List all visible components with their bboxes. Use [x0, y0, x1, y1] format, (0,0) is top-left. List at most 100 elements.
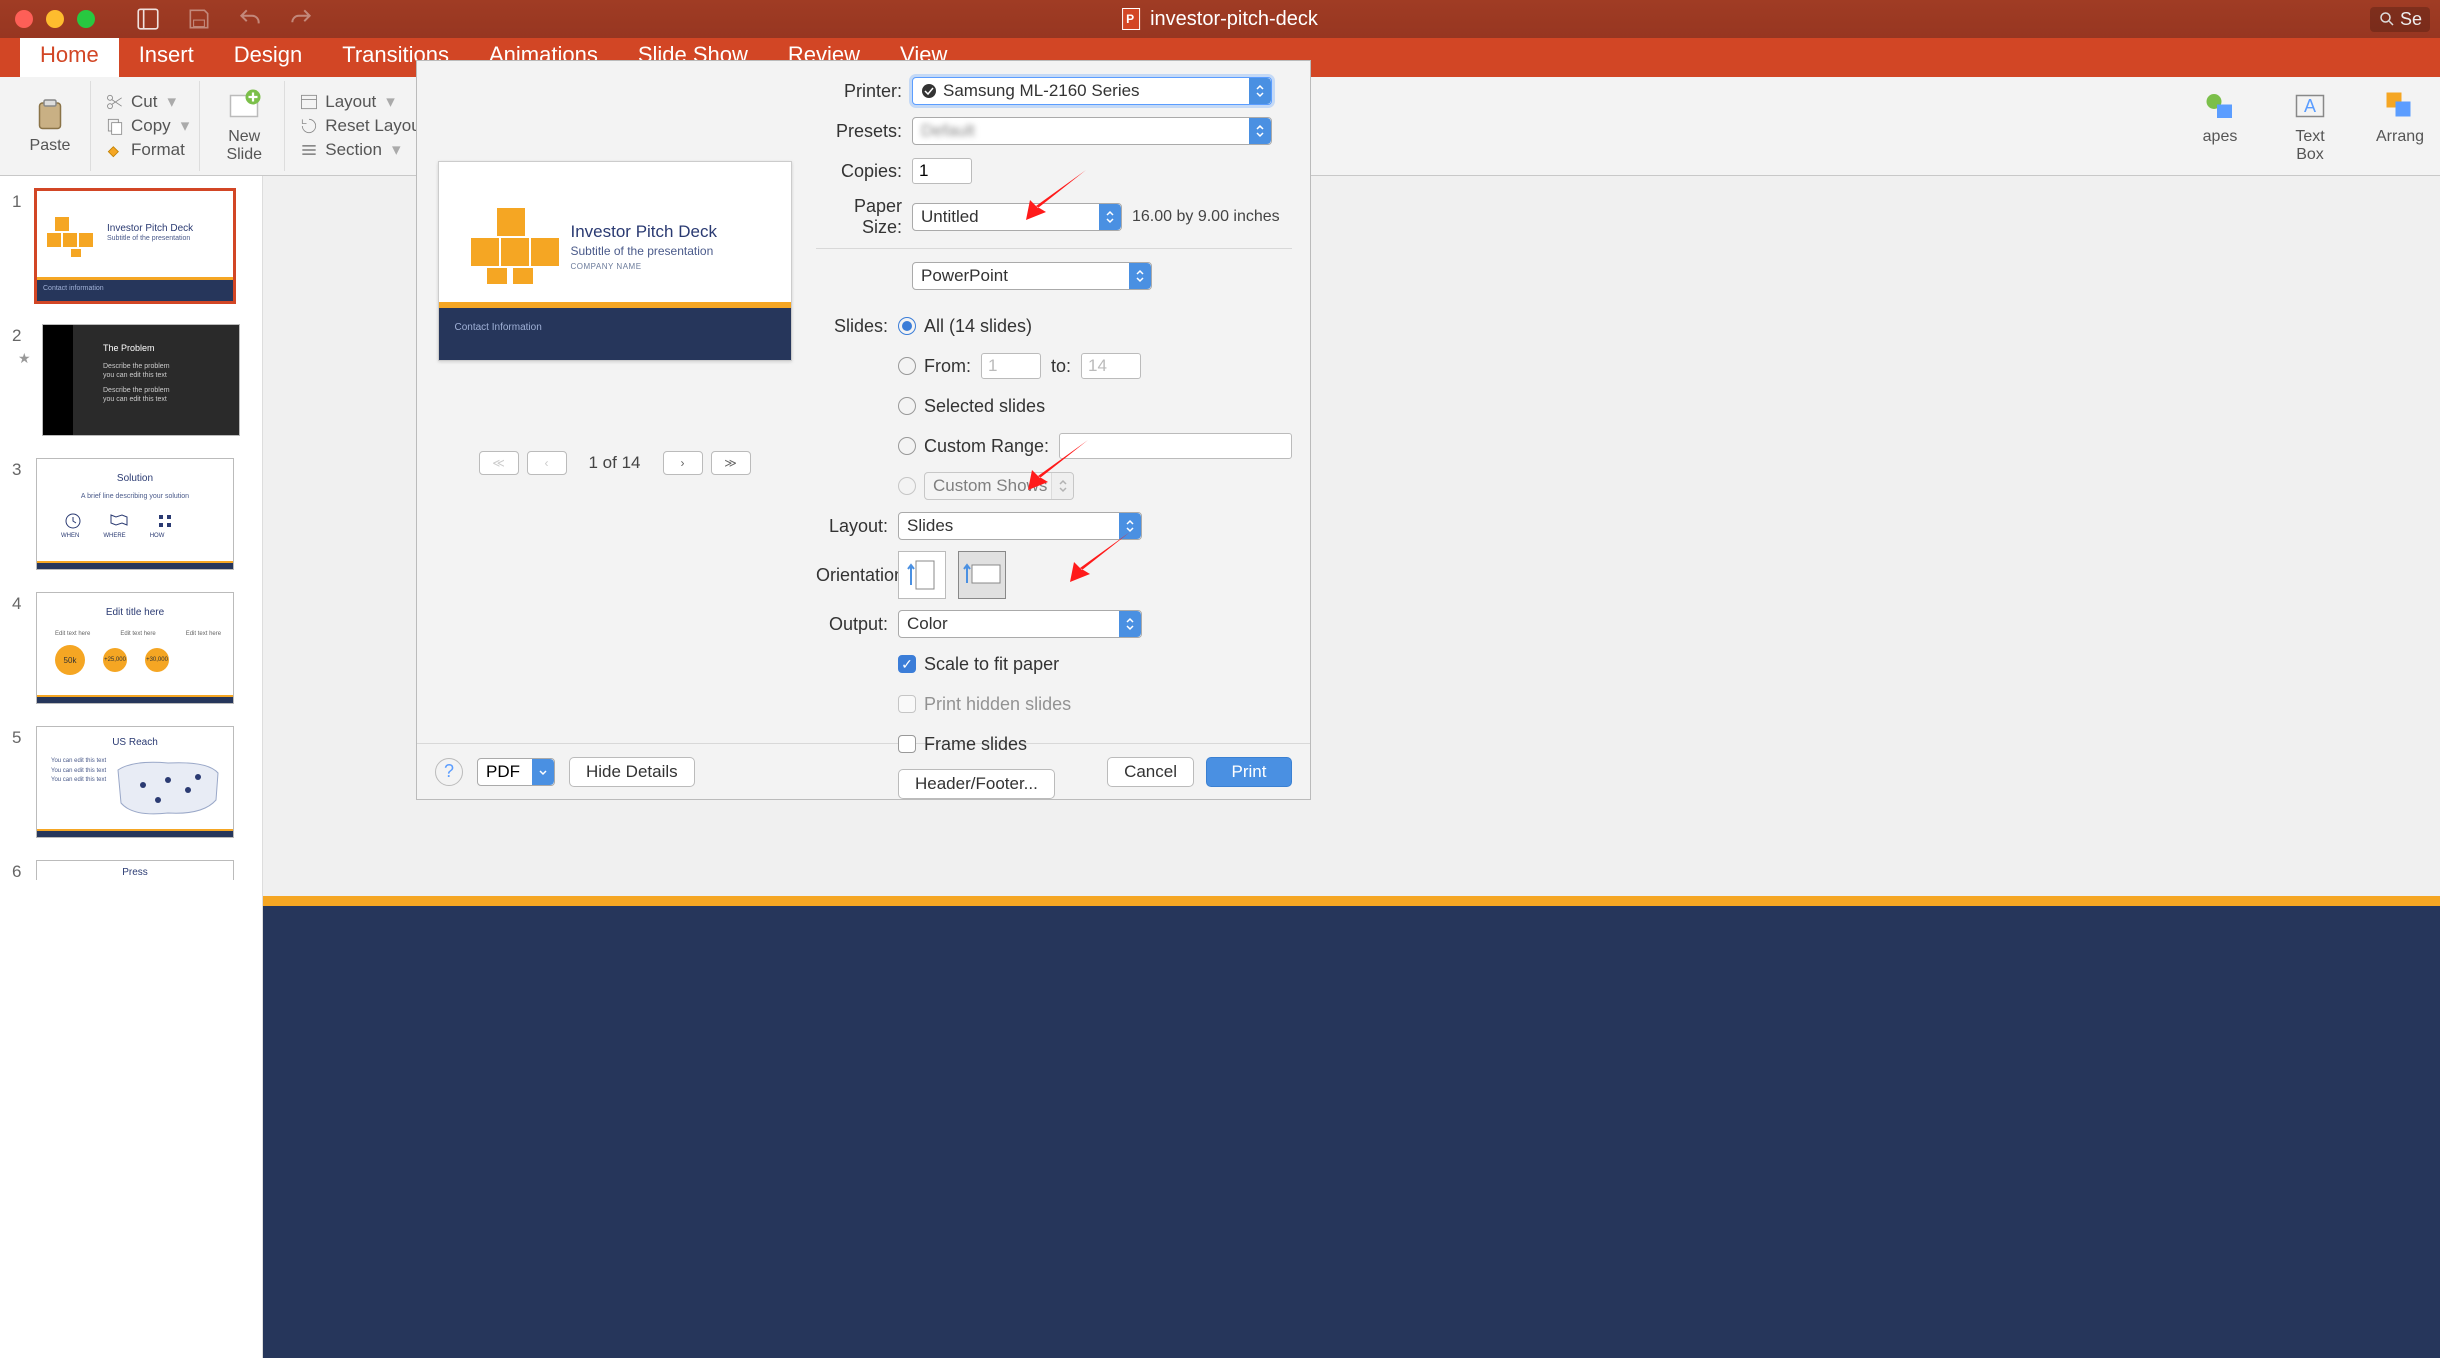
custom-range-radio[interactable] [898, 437, 916, 455]
preview-prev-button[interactable]: ‹ [527, 451, 567, 475]
new-slide-button[interactable]: New Slide [214, 88, 274, 164]
reset-icon [299, 116, 319, 136]
pdf-dropdown[interactable]: PDF [477, 758, 555, 786]
annotation-arrow-icon [1020, 438, 1090, 498]
annotation-arrow-icon [1062, 530, 1132, 590]
printer-label: Printer: [816, 81, 912, 102]
thumbnail-slot[interactable]: 3 Solution A brief line describing your … [0, 454, 262, 588]
undo-icon[interactable] [237, 6, 263, 32]
arrange-button[interactable]: Arrang [2370, 88, 2430, 164]
preview-subtitle: Subtitle of the presentation [571, 244, 714, 258]
printer-dropdown[interactable]: Samsung ML-2160 Series [912, 77, 1272, 105]
powerpoint-doc-icon [1122, 8, 1140, 30]
frame-slides-checkbox[interactable] [898, 735, 916, 753]
shapes-button[interactable]: apes [2190, 88, 2250, 164]
preview-last-button[interactable]: ≫ [711, 451, 751, 475]
layout-icon [299, 92, 319, 112]
layout-label: Layout: [816, 516, 898, 537]
maximize-window-button[interactable] [77, 10, 95, 28]
preview-first-button[interactable]: ≪ [479, 451, 519, 475]
map-icon [109, 513, 129, 527]
print-preview: Investor Pitch Deck Subtitle of the pres… [438, 161, 792, 361]
orientation-label: Orientation: [816, 565, 898, 586]
paper-size-dropdown[interactable]: Untitled [912, 203, 1122, 231]
hide-details-button[interactable]: Hide Details [569, 757, 695, 787]
slide-thumbnail-2[interactable]: The Problem Describe the problem you can… [42, 324, 240, 436]
preview-footer: Contact Information [439, 302, 791, 360]
tab-insert[interactable]: Insert [119, 34, 214, 77]
window-controls [15, 10, 95, 28]
to-input[interactable] [1081, 353, 1141, 379]
slide-thumbnail-1[interactable]: Investor Pitch Deck Subtitle of the pres… [36, 190, 234, 302]
print-preview-pane: Investor Pitch Deck Subtitle of the pres… [417, 61, 812, 743]
copy-button[interactable]: Copy▾ [105, 116, 189, 136]
slides-from-radio[interactable] [898, 357, 916, 375]
help-button[interactable]: ? [435, 758, 463, 786]
print-options-pane: Printer: Samsung ML-2160 Series Presets:… [812, 61, 1310, 743]
orientation-portrait[interactable] [898, 551, 946, 599]
print-button[interactable]: Print [1206, 757, 1292, 787]
search-box[interactable]: Se [2370, 7, 2430, 32]
app-options-dropdown[interactable]: PowerPoint [912, 262, 1152, 290]
textbox-button[interactable]: AText Box [2280, 88, 2340, 164]
scissors-icon [105, 92, 125, 112]
close-window-button[interactable] [15, 10, 33, 28]
output-label: Output: [816, 614, 898, 635]
output-dropdown[interactable]: Color [898, 610, 1142, 638]
cancel-button[interactable]: Cancel [1107, 757, 1194, 787]
presets-label: Presets: [816, 121, 912, 142]
print-dialog: Investor Pitch Deck Subtitle of the pres… [416, 60, 1311, 800]
textbox-icon: A [2292, 88, 2328, 124]
format-painter-button[interactable]: Format [105, 140, 189, 160]
annotation-arrow-icon [1018, 168, 1088, 228]
paper-size-label: Paper Size: [816, 196, 912, 238]
titlebar: investor-pitch-deck Se [0, 0, 2440, 38]
copy-icon [105, 116, 125, 136]
thumbnail-slot[interactable]: 6 Press [0, 856, 262, 900]
presets-dropdown[interactable]: Default [912, 117, 1272, 145]
notebook-icon[interactable] [135, 6, 161, 32]
copies-input[interactable] [912, 158, 972, 184]
orientation-landscape[interactable] [958, 551, 1006, 599]
header-footer-button[interactable]: Header/Footer... [898, 769, 1055, 799]
search-icon [2378, 10, 2396, 28]
tab-design[interactable]: Design [214, 34, 322, 77]
copies-label: Copies: [816, 161, 912, 182]
tab-home[interactable]: Home [20, 34, 119, 77]
scale-to-fit-checkbox[interactable]: ✓ [898, 655, 916, 673]
preview-title: Investor Pitch Deck [571, 222, 717, 242]
minimize-window-button[interactable] [46, 10, 64, 28]
search-placeholder: Se [2400, 9, 2422, 30]
document-title: investor-pitch-deck [1122, 8, 1318, 31]
selected-slides-radio[interactable] [898, 397, 916, 415]
save-icon[interactable] [186, 6, 212, 32]
preview-next-button[interactable]: › [663, 451, 703, 475]
slide-thumbnail-5[interactable]: US Reach You can edit this text You can … [36, 726, 234, 838]
slides-all-radio[interactable] [898, 317, 916, 335]
arrange-icon [2382, 88, 2418, 124]
slide-thumbnails-panel[interactable]: 1 Investor Pitch Deck Subtitle of the pr… [0, 176, 263, 1358]
paper-dimensions: 16.00 by 9.00 inches [1132, 208, 1280, 226]
thumbnail-slot[interactable]: 5 US Reach You can edit this text You ca… [0, 722, 262, 856]
section-icon [299, 140, 319, 160]
shapes-icon [2202, 88, 2238, 124]
preview-company: COMPANY NAME [571, 262, 642, 271]
print-hidden-checkbox [898, 695, 916, 713]
slide-thumbnail-6[interactable]: Press [36, 860, 234, 880]
paintbrush-icon [105, 140, 125, 160]
paste-button[interactable]: Paste [20, 97, 80, 155]
new-slide-icon [226, 88, 262, 124]
custom-range-input[interactable] [1059, 433, 1292, 459]
cut-button[interactable]: Cut▾ [105, 92, 189, 112]
thumbnail-slot[interactable]: 2 ★ The Problem Describe the problem you… [0, 320, 262, 454]
thumbnail-slot[interactable]: 4 Edit title here Edit text here Edit te… [0, 588, 262, 722]
slide-thumbnail-3[interactable]: Solution A brief line describing your so… [36, 458, 234, 570]
landscape-page-icon [962, 559, 1002, 591]
slide-thumbnail-4[interactable]: Edit title here Edit text here Edit text… [36, 592, 234, 704]
thumbnail-slot[interactable]: 1 Investor Pitch Deck Subtitle of the pr… [0, 186, 262, 320]
quick-access-toolbar [135, 6, 314, 32]
redo-icon[interactable] [288, 6, 314, 32]
from-input[interactable] [981, 353, 1041, 379]
svg-text:A: A [2304, 96, 2316, 116]
grid-icon [157, 513, 173, 529]
